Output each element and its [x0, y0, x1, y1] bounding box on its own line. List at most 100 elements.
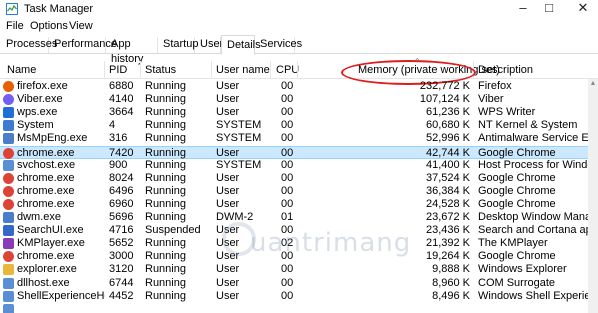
process-description: Google Chrome — [478, 171, 556, 184]
column-name[interactable]: Name — [7, 64, 36, 76]
menu-file[interactable]: File — [6, 20, 24, 32]
process-description: Google Chrome — [478, 250, 556, 263]
process-pid: 4452 — [109, 289, 134, 302]
column-status[interactable]: Status — [145, 64, 176, 76]
process-memory: 107,124 K — [419, 93, 470, 106]
process-status: Running — [145, 80, 186, 92]
process-name: explorer.exe — [17, 263, 77, 276]
process-name: chrome.exe — [17, 184, 75, 197]
scroll-up-icon[interactable]: ▲ — [588, 79, 598, 89]
process-cpu: 00 — [281, 197, 294, 210]
tab-performance[interactable]: Performance — [49, 37, 117, 53]
table-row[interactable]: wps.exe 3664 Running User 00 61,236 K WPS Writ… — [0, 106, 588, 119]
process-description: WPS Writer — [478, 106, 536, 119]
table-row[interactable]: chrome.exe 6960 Running User 00 24,528 K Googl… — [0, 198, 588, 211]
table-row[interactable]: System 4 Running SYSTEM 00 60,680 K NT Kernel … — [0, 119, 588, 132]
process-memory: 8,960 K — [432, 276, 470, 289]
menu-view[interactable]: View — [69, 20, 93, 32]
table-row[interactable]: Viber.exe 4140 Running User 00 107,124 K Viber — [0, 93, 588, 106]
process-pid: 6880 — [109, 80, 134, 92]
column-description[interactable]: Description — [478, 64, 533, 76]
table-row[interactable]: ShellExperienceHost.... 4452 Running User 00… — [0, 290, 588, 303]
process-memory: 9,888 K — [432, 263, 470, 276]
menu-bar: File Options View — [0, 19, 598, 34]
process-description: Google Chrome — [478, 146, 556, 159]
process-name: chrome.exe — [17, 171, 75, 184]
maximize-button[interactable]: □ — [532, 0, 566, 18]
process-pid: 5652 — [109, 237, 134, 250]
process-status: Running — [145, 158, 186, 171]
process-pid: 3120 — [109, 263, 134, 276]
process-memory: 37,524 K — [425, 171, 470, 184]
msmpeng-icon — [3, 133, 14, 145]
chrome-icon — [3, 172, 14, 184]
process-name: wps.exe — [17, 106, 58, 119]
viber-icon — [3, 94, 14, 106]
process-description: Windows Explorer — [478, 263, 567, 276]
process-user: SYSTEM — [216, 132, 262, 145]
table-row[interactable] — [0, 303, 588, 313]
process-pid: 900 — [109, 158, 128, 171]
tab-strip: Processes Performance App history Startu… — [0, 35, 598, 65]
process-user: User — [216, 197, 240, 210]
process-status: Running — [145, 197, 186, 210]
column-divider[interactable] — [270, 61, 271, 78]
table-row[interactable]: firefox.exe 6880 Running User 00 232,772 K Fir… — [0, 80, 588, 93]
tab-services[interactable]: Services — [255, 37, 302, 53]
vertical-scrollbar[interactable]: ▲ — [588, 79, 598, 313]
process-user: DWM-2 — [216, 211, 254, 223]
column-pid[interactable]: PID — [109, 64, 127, 76]
process-user: User — [216, 171, 240, 184]
process-memory: 8,496 K — [432, 289, 470, 302]
column-divider[interactable] — [104, 61, 105, 78]
menu-options[interactable]: Options — [30, 20, 68, 32]
column-user-name[interactable]: User name — [216, 64, 270, 76]
process-user: User — [216, 263, 240, 276]
process-description: The KMPlayer — [478, 237, 548, 250]
process-user: User — [216, 146, 240, 159]
table-row[interactable]: dwm.exe 5696 Running DWM-2 01 23,672 K Desktop… — [0, 211, 588, 224]
process-cpu: 00 — [281, 132, 294, 145]
process-memory: 60,680 K — [425, 119, 470, 132]
column-cpu[interactable]: CPU — [276, 64, 299, 76]
table-row[interactable]: chrome.exe 6496 Running User 00 36,384 K Googl… — [0, 185, 588, 198]
process-name: firefox.exe — [17, 80, 68, 92]
process-memory: 232,772 K — [419, 80, 470, 92]
process-cpu: 00 — [281, 171, 294, 184]
table-row[interactable]: explorer.exe 3120 Running User 00 9,888 K Wind… — [0, 263, 588, 276]
process-description: Firefox — [478, 80, 512, 92]
watermark-text: uantrimang — [250, 228, 412, 258]
table-row[interactable]: svchost.exe 900 Running SYSTEM 00 41,400 K Hos… — [0, 159, 588, 172]
tab-users[interactable]: Users — [195, 37, 229, 53]
process-user: SYSTEM — [216, 158, 262, 171]
tab-startup[interactable]: Startup — [158, 37, 198, 53]
process-pid: 8024 — [109, 171, 134, 184]
kmplayer-icon — [3, 238, 14, 250]
process-description: Windows Shell Experience H — [478, 289, 588, 302]
process-name: svchost.exe — [17, 158, 76, 171]
table-row[interactable]: chrome.exe 7420 Running User 00 42,744 K Googl… — [0, 145, 588, 159]
process-memory: 42,744 K — [425, 146, 470, 159]
table-row[interactable]: dllhost.exe 6744 Running User 00 8,960 K COM S… — [0, 277, 588, 290]
process-name: chrome.exe — [17, 250, 75, 263]
close-button[interactable]: ✕ — [566, 0, 598, 18]
process-memory: 36,384 K — [425, 184, 470, 197]
process-icon — [3, 303, 14, 313]
tab-app-history[interactable]: App history — [106, 37, 158, 65]
table-row[interactable]: chrome.exe 8024 Running User 00 37,524 K Googl… — [0, 172, 588, 185]
process-status: Running — [145, 132, 186, 145]
table-row[interactable]: MsMpEng.exe 316 Running SYSTEM 00 52,996 K Ant… — [0, 132, 588, 145]
dwm-icon — [3, 212, 14, 223]
process-pid: 3664 — [109, 106, 134, 119]
process-memory: 24,528 K — [425, 197, 470, 210]
column-divider[interactable] — [297, 61, 298, 78]
process-cpu: 00 — [281, 289, 294, 302]
tab-details[interactable]: Details — [221, 35, 261, 55]
process-pid: 7420 — [109, 146, 134, 159]
column-divider[interactable] — [140, 61, 141, 78]
wps-icon — [3, 107, 14, 119]
process-cpu: 01 — [281, 211, 294, 223]
column-divider[interactable] — [211, 61, 212, 78]
process-name: chrome.exe — [17, 146, 75, 159]
tab-processes[interactable]: Processes — [1, 37, 57, 53]
